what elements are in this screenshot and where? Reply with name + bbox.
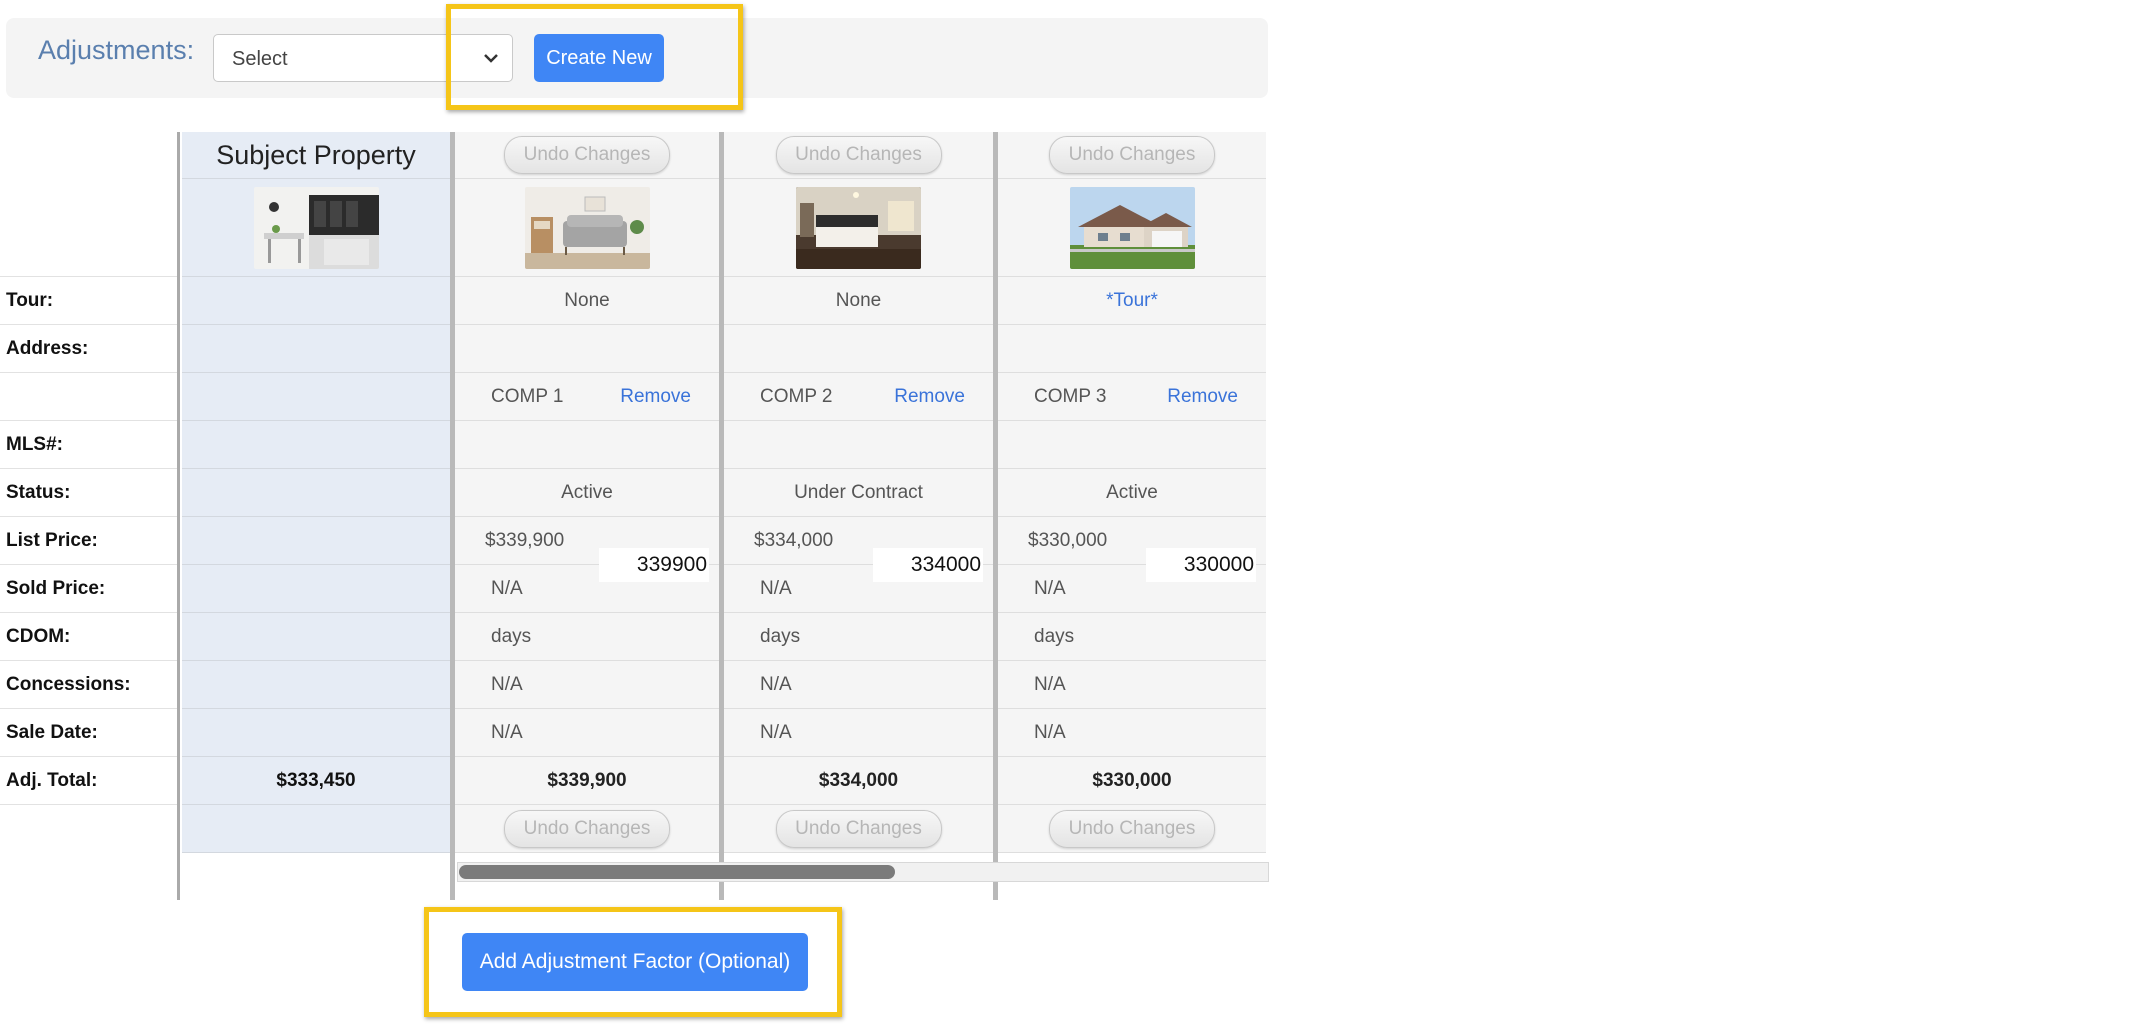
subject-cell [182, 613, 450, 661]
comparables-grid: Subject Property Undo Changes Undo Chang… [0, 132, 1266, 900]
subject-property-title: Subject Property [182, 132, 450, 179]
comp-photo-cell [998, 179, 1266, 277]
undo-changes-button[interactable]: Undo Changes [1049, 809, 1215, 848]
list-price-value: $330,000 [1028, 529, 1108, 551]
subject-cell [182, 325, 450, 373]
status-value: Active [998, 469, 1266, 517]
list-price-cell: $330,000 330000 [998, 517, 1266, 582]
address-value [998, 325, 1266, 373]
row-label-mls: MLS#: [0, 421, 177, 469]
select-value: Select [232, 48, 288, 70]
list-price-value: $334,000 [754, 529, 834, 551]
list-price-cell: $334,000 334000 [724, 517, 993, 582]
row-label-sold-price: Sold Price: [0, 565, 177, 613]
subject-cell [182, 421, 450, 469]
tour-link[interactable]: *Tour* [998, 277, 1266, 325]
comp-label: COMP 1 [491, 385, 564, 407]
label-cell-empty [0, 132, 177, 179]
comp-photo-cell [724, 179, 993, 277]
highlight-box-add-factor [424, 907, 842, 1017]
subject-cell [182, 469, 450, 517]
sale-date-value: N/A [998, 709, 1266, 757]
subject-cell [182, 373, 450, 421]
row-label-adj-total: Adj. Total: [0, 757, 177, 805]
remove-link[interactable]: Remove [620, 386, 691, 408]
comp-label: COMP 3 [1034, 385, 1107, 407]
subject-cell [182, 661, 450, 709]
price-input[interactable]: 330000 [1146, 548, 1256, 582]
horizontal-scrollbar[interactable] [457, 862, 1269, 882]
subject-cell [182, 517, 450, 565]
concessions-value: N/A [998, 661, 1266, 709]
subject-cell [182, 805, 450, 853]
sale-date-value: N/A [724, 709, 993, 757]
remove-link[interactable]: Remove [894, 386, 965, 408]
highlight-box-create [446, 4, 743, 110]
mls-value [455, 421, 719, 469]
adj-total-value: $330,000 [998, 757, 1266, 805]
comp-label: COMP 2 [760, 385, 833, 407]
address-value [724, 325, 993, 373]
mls-value [998, 421, 1266, 469]
concessions-value: N/A [455, 661, 719, 709]
adj-total-value: $334,000 [724, 757, 993, 805]
sale-date-value: N/A [455, 709, 719, 757]
subject-kitchen-photo[interactable] [253, 186, 379, 269]
subject-cell [182, 565, 450, 613]
undo-changes-button[interactable]: Undo Changes [504, 136, 670, 174]
cdom-value: days [455, 613, 719, 661]
undo-changes-button[interactable]: Undo Changes [1049, 136, 1215, 174]
row-label-tour: Tour: [0, 277, 177, 325]
comp-photo-cell [455, 179, 719, 277]
concessions-value: N/A [724, 661, 993, 709]
subject-cell [182, 277, 450, 325]
undo-changes-button[interactable]: Undo Changes [775, 136, 942, 174]
comp-photo[interactable] [1069, 186, 1195, 269]
row-label-sale-date: Sale Date: [0, 709, 177, 757]
comp-header-cell: COMP 2 Remove [724, 373, 993, 421]
remove-link[interactable]: Remove [1167, 386, 1238, 408]
list-price-value: $339,900 [485, 529, 565, 551]
comp-photo[interactable] [796, 186, 921, 269]
status-value: Under Contract [724, 469, 993, 517]
row-label-address: Address: [0, 325, 177, 373]
label-cell-empty [0, 373, 177, 421]
row-label-concessions: Concessions: [0, 661, 177, 709]
comp-header-cell: COMP 1 Remove [455, 373, 719, 421]
adj-total-value: $339,900 [455, 757, 719, 805]
undo-changes-button[interactable]: Undo Changes [775, 809, 942, 848]
subject-photo-cell [182, 179, 450, 277]
price-input[interactable]: 339900 [599, 548, 709, 582]
tour-value: None [455, 277, 719, 325]
adjustments-label: Adjustments: [38, 35, 195, 65]
comp-header-cell: COMP 3 Remove [998, 373, 1266, 421]
status-value: Active [455, 469, 719, 517]
cdom-value: days [724, 613, 993, 661]
subject-cell [182, 709, 450, 757]
scrollbar-thumb[interactable] [459, 865, 895, 879]
subject-adj-total: $333,450 [182, 757, 450, 805]
row-label-list-price: List Price: [0, 517, 177, 565]
price-input[interactable]: 334000 [873, 548, 983, 582]
mls-value [724, 421, 993, 469]
list-price-cell: $339,900 339900 [455, 517, 719, 582]
row-label-cdom: CDOM: [0, 613, 177, 661]
label-cell-empty [0, 179, 177, 277]
cdom-value: days [998, 613, 1266, 661]
address-value [455, 325, 719, 373]
tour-value: None [724, 277, 993, 325]
undo-changes-button[interactable]: Undo Changes [504, 809, 670, 848]
comp-photo[interactable] [524, 186, 650, 269]
label-cell-empty [0, 805, 177, 853]
row-label-status: Status: [0, 469, 177, 517]
